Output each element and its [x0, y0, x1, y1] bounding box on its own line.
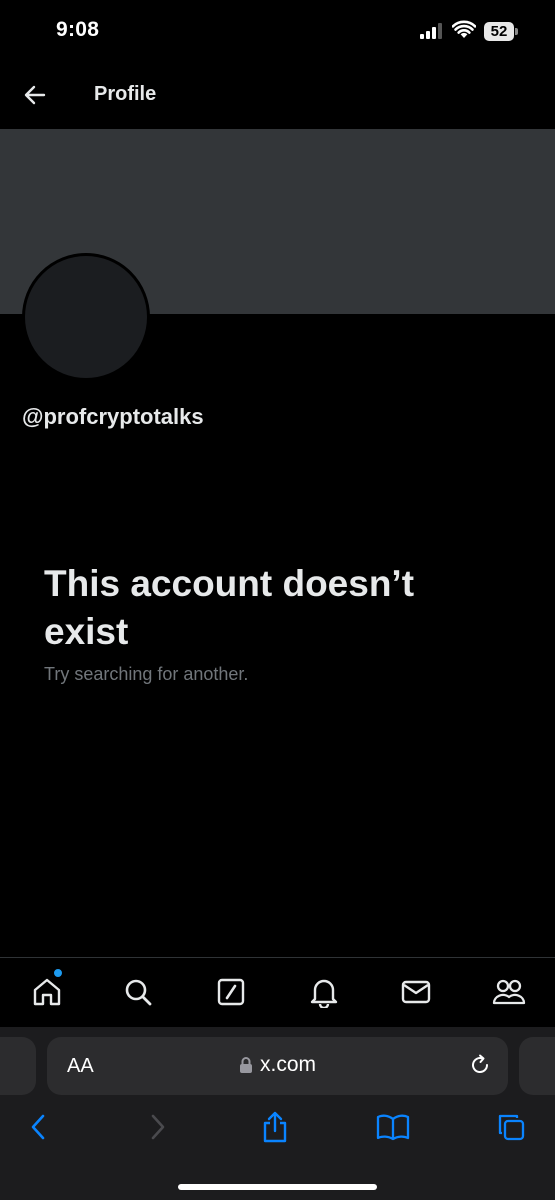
- tabs-button[interactable]: [491, 1107, 531, 1147]
- communities-icon: [492, 979, 526, 1005]
- avatar: [22, 253, 150, 381]
- mail-icon: [401, 980, 431, 1004]
- reload-icon[interactable]: [468, 1053, 492, 1077]
- share-button[interactable]: [255, 1107, 295, 1147]
- book-icon: [376, 1114, 410, 1141]
- cellular-signal-icon: [420, 23, 442, 39]
- empty-state-title: This account doesn’t exist: [44, 563, 415, 652]
- empty-state-subtitle: Try searching for another.: [44, 664, 249, 684]
- share-icon: [263, 1111, 287, 1143]
- browser-forward-button[interactable]: [138, 1107, 178, 1147]
- tabs-icon: [498, 1114, 525, 1141]
- browser-back-button[interactable]: [18, 1107, 58, 1147]
- bookmarks-button[interactable]: [373, 1107, 413, 1147]
- status-bar: 9:08 52: [0, 0, 555, 62]
- previous-tab-preview[interactable]: [0, 1037, 36, 1095]
- nav-home[interactable]: [27, 968, 67, 1012]
- nav-grok[interactable]: [211, 972, 251, 1012]
- chevron-right-icon: [151, 1114, 165, 1140]
- back-button[interactable]: [18, 78, 52, 112]
- home-icon: [33, 978, 61, 1006]
- bottom-nav: [0, 957, 555, 1027]
- url-text: x.com: [260, 1053, 317, 1076]
- arrow-left-icon: [24, 85, 46, 105]
- next-tab-preview[interactable]: [519, 1037, 555, 1095]
- nav-notifications[interactable]: [304, 972, 344, 1012]
- notification-dot: [53, 968, 63, 978]
- battery-icon: 52: [484, 22, 518, 41]
- text-size-button[interactable]: AA: [67, 1055, 94, 1078]
- nav-search[interactable]: [118, 972, 158, 1012]
- search-icon: [125, 979, 152, 1006]
- nav-communities[interactable]: [489, 972, 529, 1012]
- address-bar[interactable]: AA x.com: [47, 1037, 508, 1095]
- profile-handle: @profcryptotalks: [22, 404, 204, 429]
- battery-level: 52: [484, 22, 514, 41]
- home-indicator: [178, 1184, 377, 1190]
- browser-toolbar: AA x.com: [0, 1027, 555, 1200]
- wifi-icon: [452, 20, 476, 38]
- chevron-left-icon: [31, 1114, 45, 1140]
- profile-header: Profile: [0, 62, 555, 128]
- bell-icon: [310, 979, 338, 1008]
- grok-icon: [217, 978, 245, 1006]
- text-size-label: AA: [67, 1055, 94, 1077]
- nav-messages[interactable]: [396, 972, 436, 1012]
- page-title: Profile: [94, 83, 157, 105]
- status-time: 9:08: [56, 18, 100, 41]
- lock-icon: [240, 1057, 252, 1073]
